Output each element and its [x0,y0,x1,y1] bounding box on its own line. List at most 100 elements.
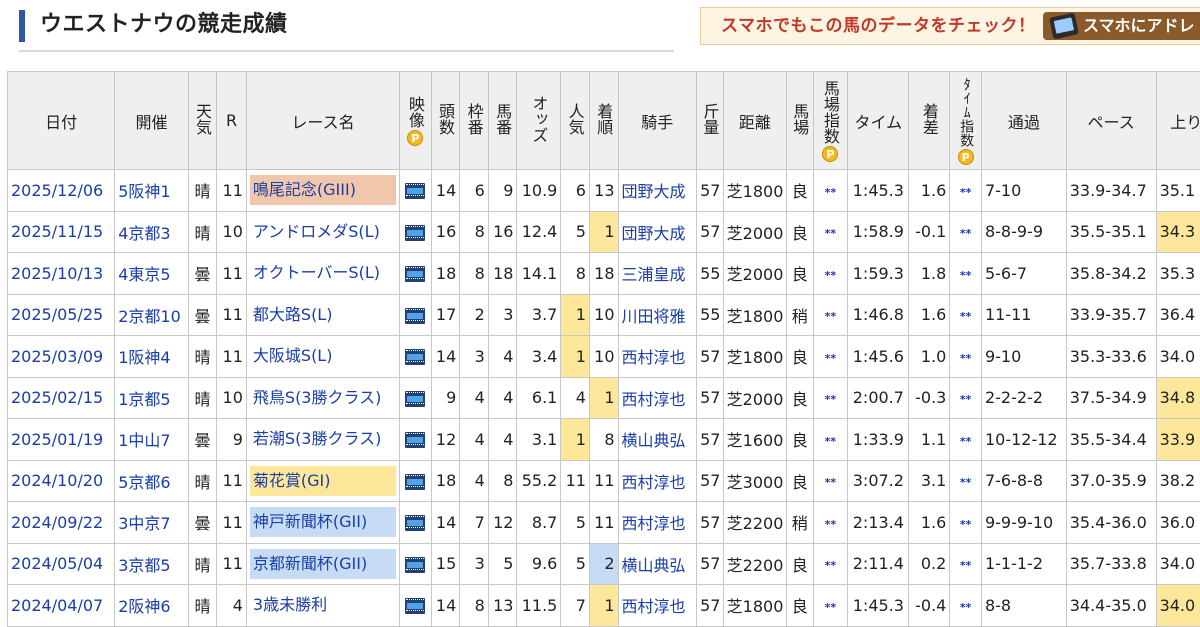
jockey-link[interactable]: 団野大成 [622,224,686,243]
race-date-link[interactable]: 2025/05/25 [11,305,103,324]
time-index-value[interactable]: ** [960,393,972,406]
jockey-link[interactable]: 西村淳也 [622,390,686,409]
race-date-link[interactable]: 2024/09/22 [11,513,103,532]
header-horse-no[interactable]: 馬番 [488,72,517,170]
video-icon[interactable] [405,474,425,490]
race-date-link[interactable]: 2025/12/06 [11,181,103,200]
track-index-value[interactable]: ** [825,393,837,406]
track-index-value[interactable]: ** [825,227,837,240]
video-icon[interactable] [405,432,425,448]
track-index-value[interactable]: ** [825,601,837,614]
race-name-link[interactable]: 大阪城S(L) [250,341,396,371]
jockey-link[interactable]: 西村淳也 [622,473,686,492]
header-passing[interactable]: 通過 [981,72,1066,170]
time-index-value[interactable]: ** [960,559,972,572]
race-name-link[interactable]: 若潮S(3勝クラス) [250,424,396,454]
video-icon[interactable] [405,391,425,407]
video-icon[interactable] [405,225,425,241]
jockey-link[interactable]: 横山典弘 [622,431,686,450]
track-index-value[interactable]: ** [825,476,837,489]
track-index-value[interactable]: ** [825,435,837,448]
header-distance[interactable]: 距離 [723,72,786,170]
venue-link[interactable]: 1中山7 [118,431,170,450]
jockey-link[interactable]: 三浦皇成 [622,265,686,284]
track-index-value[interactable]: ** [825,186,837,199]
venue-link[interactable]: 1京都5 [118,390,170,409]
header-pace[interactable]: ペース [1066,72,1156,170]
race-name-link[interactable]: 鳴尾記念(GIII) [250,175,396,205]
video-icon[interactable] [405,266,425,282]
jockey-link[interactable]: 団野大成 [622,182,686,201]
track-index-value[interactable]: ** [825,352,837,365]
time-index-value[interactable]: ** [960,227,972,240]
header-field-size[interactable]: 頭数 [431,72,460,170]
venue-link[interactable]: 4東京5 [118,265,170,284]
header-odds[interactable]: オッズ [517,72,561,170]
time-index-value[interactable]: ** [960,435,972,448]
smartphone-promo-banner[interactable]: スマホでもこの馬のデータをチェック！ スマホにアドレ [700,7,1200,45]
race-date-link[interactable]: 2024/04/07 [11,596,103,615]
video-icon[interactable] [405,308,425,324]
time-index-value[interactable]: ** [960,476,972,489]
venue-link[interactable]: 2京都10 [118,307,181,326]
header-jockey[interactable]: 騎手 [618,72,697,170]
header-time[interactable]: タイム [848,72,909,170]
video-icon[interactable] [405,598,425,614]
time-index-value[interactable]: ** [960,269,972,282]
time-index-value[interactable]: ** [960,601,972,614]
header-track-index[interactable]: 馬場指数P [813,72,848,170]
jockey-link[interactable]: 西村淳也 [622,514,686,533]
track-index-value[interactable]: ** [825,518,837,531]
header-popularity[interactable]: 人気 [561,72,590,170]
venue-link[interactable]: 3京都5 [118,556,170,575]
header-date[interactable]: 日付 [8,72,115,170]
time-index-value[interactable]: ** [960,518,972,531]
race-date-link[interactable]: 2025/01/19 [11,430,103,449]
video-icon[interactable] [405,515,425,531]
venue-link[interactable]: 3中京7 [118,514,170,533]
jockey-link[interactable]: 川田将雅 [622,307,686,326]
race-name-link[interactable]: 菊花賞(GI) [250,466,396,496]
time-index-value[interactable]: ** [960,310,972,323]
race-name-link[interactable]: 飛鳥S(3勝クラス) [250,383,396,413]
header-time-index[interactable]: ﾀｲﾑ指数P [950,72,982,170]
venue-link[interactable]: 1阪神4 [118,348,170,367]
time-index-value[interactable]: ** [960,186,972,199]
video-icon[interactable] [405,349,425,365]
header-race-name[interactable]: レース名 [246,72,399,170]
race-name-link[interactable]: 3歳未勝利 [250,590,396,620]
race-date-link[interactable]: 2025/02/15 [11,388,103,407]
header-frame[interactable]: 枠番 [460,72,489,170]
race-name-link[interactable]: 都大路S(L) [250,300,396,330]
header-finish[interactable]: 着順 [589,72,618,170]
header-venue[interactable]: 開催 [115,72,189,170]
race-name-link[interactable]: アンドロメダS(L) [250,217,396,247]
race-name-link[interactable]: 神戸新聞杯(GII) [250,507,396,537]
header-video[interactable]: 映像P [400,72,432,170]
track-index-value[interactable]: ** [825,269,837,282]
video-icon[interactable] [405,557,425,573]
venue-link[interactable]: 5阪神1 [118,182,170,201]
video-icon[interactable] [405,183,425,199]
venue-link[interactable]: 5京都6 [118,473,170,492]
header-race-no[interactable]: R [217,72,247,170]
header-track[interactable]: 馬場 [786,72,813,170]
jockey-link[interactable]: 西村淳也 [622,597,686,616]
race-date-link[interactable]: 2025/10/13 [11,264,103,283]
track-index-value[interactable]: ** [825,559,837,572]
race-name-link[interactable]: 京都新聞杯(GII) [250,549,396,579]
race-date-link[interactable]: 2024/10/20 [11,471,103,490]
smartphone-address-button[interactable]: スマホにアドレ [1043,12,1200,40]
time-index-value[interactable]: ** [960,352,972,365]
jockey-link[interactable]: 西村淳也 [622,348,686,367]
race-name-link[interactable]: オクトーバーS(L) [250,258,396,288]
track-index-value[interactable]: ** [825,310,837,323]
header-weight[interactable]: 斤量 [697,72,724,170]
race-date-link[interactable]: 2024/05/04 [11,554,103,573]
venue-link[interactable]: 4京都3 [118,224,170,243]
header-margin[interactable]: 着差 [909,72,950,170]
header-last3f[interactable]: 上り [1156,72,1200,170]
race-date-link[interactable]: 2025/03/09 [11,347,103,366]
venue-link[interactable]: 2阪神6 [118,597,170,616]
race-date-link[interactable]: 2025/11/15 [11,222,103,241]
